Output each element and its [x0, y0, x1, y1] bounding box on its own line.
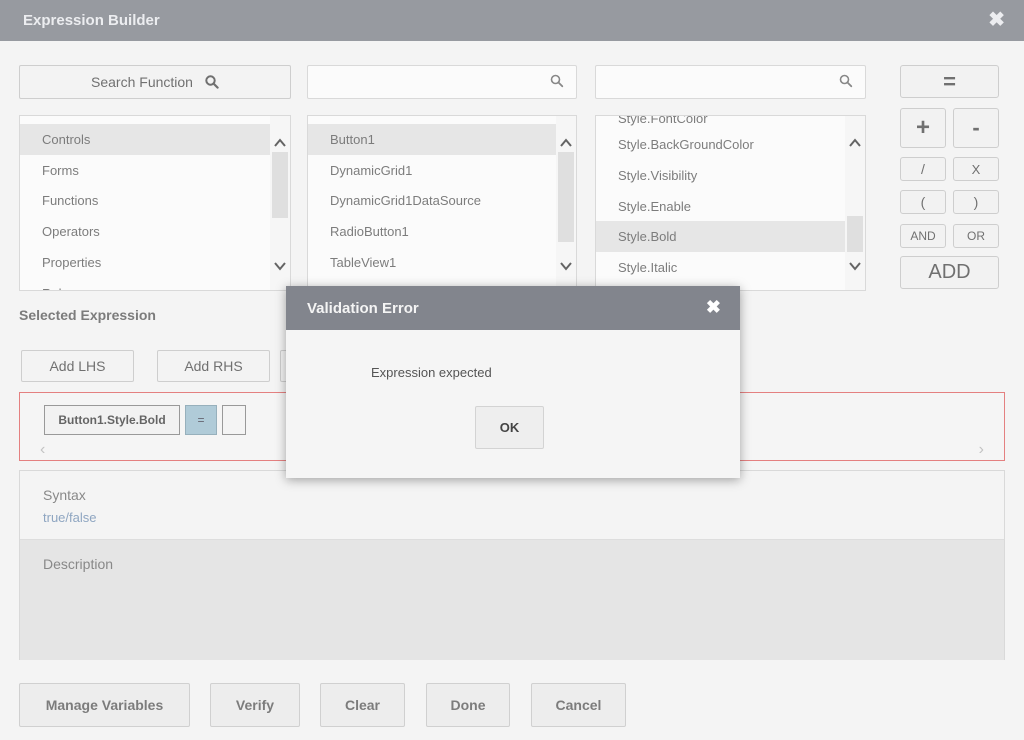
dialog-header: Validation Error ✖ [286, 286, 740, 330]
ok-button[interactable]: OK [475, 406, 544, 449]
dialog-title: Validation Error [307, 300, 419, 317]
dialog-message: Expression expected [371, 365, 492, 380]
validation-error-dialog: Validation Error ✖ Expression expected O… [286, 286, 740, 478]
close-icon[interactable]: ✖ [706, 297, 721, 318]
